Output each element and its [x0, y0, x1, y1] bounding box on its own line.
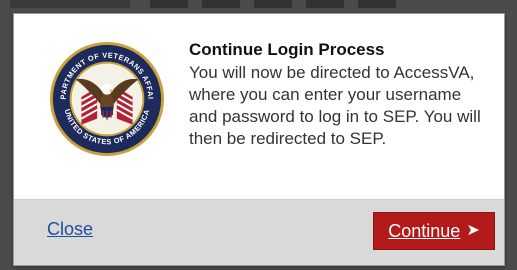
dialog-title: Continue Login Process [189, 40, 385, 59]
dialog-footer: Close Continue ➤ [14, 199, 504, 265]
va-seal-icon: DEPARTMENT OF VETERANS AFFAIRS UNITED ST… [48, 40, 165, 157]
dialog-text: Continue Login Process You will now be d… [189, 39, 494, 150]
close-link[interactable]: Close [47, 219, 93, 240]
background-page-fragment [10, 0, 130, 8]
continue-button-label: Continue [388, 220, 461, 241]
arrow-right-icon: ➤ [466, 222, 480, 239]
dialog-message: You will now be directed to AccessVA, wh… [189, 63, 481, 148]
dialog-body: DEPARTMENT OF VETERANS AFFAIRS UNITED ST… [14, 14, 504, 199]
background-page-text [150, 0, 410, 8]
continue-button[interactable]: Continue ➤ [373, 212, 495, 250]
login-dialog: DEPARTMENT OF VETERANS AFFAIRS UNITED ST… [13, 13, 505, 266]
